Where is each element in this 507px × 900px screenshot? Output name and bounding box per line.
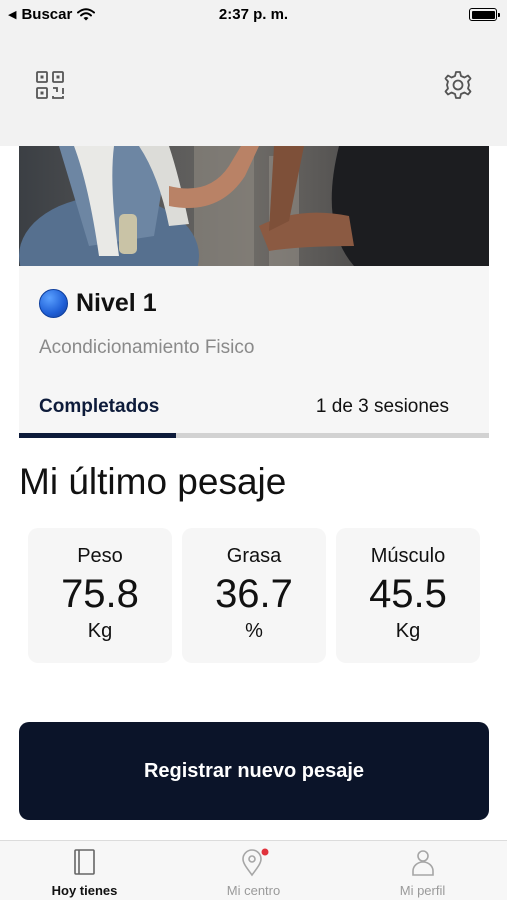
- notification-badge: [261, 848, 268, 856]
- metric-value: 36.7: [215, 572, 293, 616]
- metric-unit: Kg: [87, 620, 113, 642]
- blue-circle-icon: [39, 289, 68, 318]
- program-subtitle: Acondicionamiento Fisico: [39, 337, 255, 358]
- battery-icon: [469, 8, 500, 21]
- status-bar: ◀ Buscar 2:37 p. m.: [0, 0, 507, 30]
- weigh-in-title: Mi último pesaje: [19, 461, 287, 502]
- tab-mi-centro[interactable]: Mi centro: [169, 841, 338, 900]
- tab-label: Mi perfil: [399, 883, 446, 898]
- status-time: 2:37 p. m.: [218, 6, 289, 23]
- person-icon: [411, 850, 434, 876]
- metric-muscle: Músculo 45.5 Kg: [336, 528, 480, 663]
- gear-icon[interactable]: [443, 70, 473, 100]
- top-header: ◀ Buscar 2:37 p. m.: [0, 0, 507, 146]
- tab-label: Mi centro: [226, 883, 281, 898]
- metric-label: Peso: [77, 545, 123, 567]
- register-weigh-in-button[interactable]: Registrar nuevo pesaje: [19, 722, 489, 820]
- tab-completed[interactable]: Completados: [39, 396, 159, 418]
- metric-label: Grasa: [226, 545, 282, 567]
- gym-photo-illustration: [19, 146, 489, 266]
- qr-code-icon[interactable]: [35, 70, 65, 100]
- metric-label: Músculo: [370, 545, 446, 567]
- tab-label: Hoy tienes: [51, 883, 118, 898]
- program-photo: [19, 146, 489, 266]
- level-title: Nivel 1: [76, 289, 157, 317]
- sessions-progress-fill: [19, 433, 176, 438]
- metric-weight: Peso 75.8 Kg: [28, 528, 172, 663]
- book-icon: [73, 849, 95, 875]
- tab-hoy-tienes[interactable]: Hoy tienes: [0, 841, 169, 900]
- metric-unit: Kg: [395, 620, 421, 642]
- bottom-tab-bar: Hoy tienes Mi centro Mi perfil: [0, 840, 507, 900]
- metric-value: 75.8: [61, 572, 139, 616]
- sessions-count: 1 de 3 sesiones: [315, 396, 449, 417]
- metric-fat: Grasa 36.7 %: [182, 528, 326, 663]
- tab-mi-perfil[interactable]: Mi perfil: [338, 841, 507, 900]
- level-row: Nivel 1: [39, 289, 157, 318]
- metric-unit: %: [245, 620, 263, 642]
- sessions-progress-bar: [19, 433, 489, 438]
- metric-value: 45.5: [369, 572, 447, 616]
- location-pin-icon: [241, 848, 268, 877]
